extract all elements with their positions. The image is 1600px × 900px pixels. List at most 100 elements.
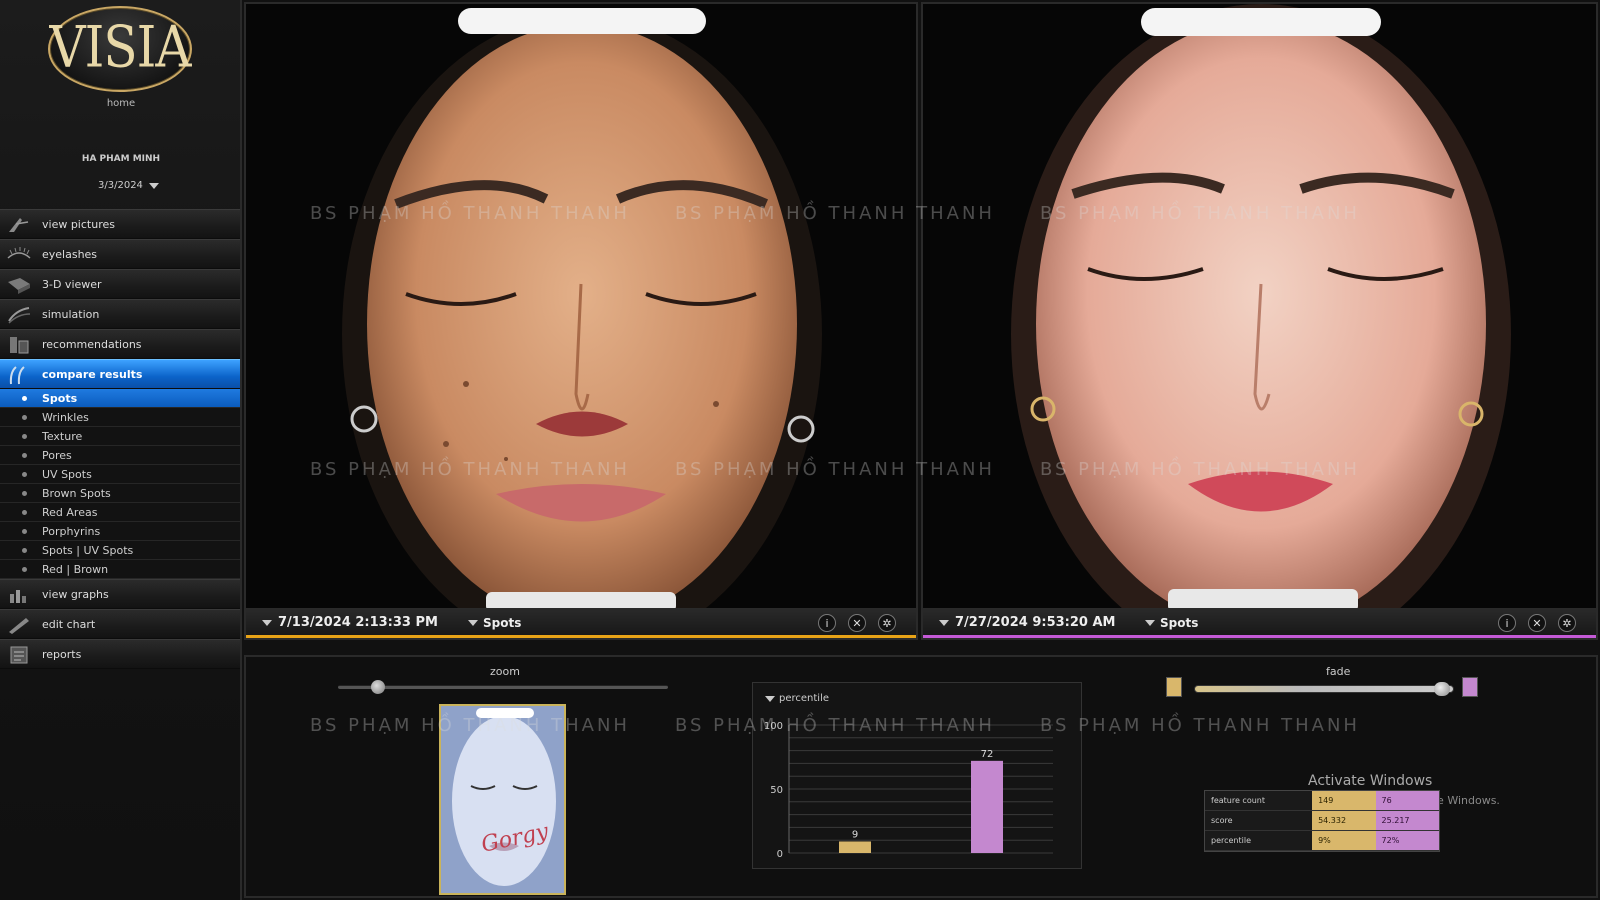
stat-label: feature count [1211,796,1265,805]
nav-item-view-pictures[interactable]: view pictures [0,209,240,239]
left-date-label: 7/13/2024 2:13:33 PM [278,615,438,630]
camera-icon [9,218,29,232]
nav-item-recommendations[interactable]: recommendations [0,329,240,359]
bottom-controls: zoom Gorgy percentile 0 50 100 9 72 fade [244,655,1598,898]
nav-item-eyelashes[interactable]: eyelashes [0,239,240,269]
chevron-down-icon [1145,620,1155,626]
left-layer-label: Spots [483,616,522,630]
patient-date-label: 3/3/2024 [98,180,143,191]
sub-item-brown-spots[interactable]: Brown Spots [0,484,240,503]
nav-item-reports[interactable]: reports [0,639,240,669]
sub-item-uv-spots[interactable]: UV Spots [0,465,240,484]
stat-label: score [1211,816,1233,825]
percentile-graph: percentile 0 50 100 9 72 [752,682,1082,869]
close-icon[interactable]: ✕ [1528,614,1546,632]
edit-chart-icon [9,618,29,634]
right-fade-swatch[interactable] [1462,677,1478,697]
sub-item-label: Red Areas [42,505,98,519]
stat-value-right: 72% [1375,831,1439,850]
home-link[interactable]: home [0,98,242,109]
nav-item-simulation[interactable]: simulation [0,299,240,329]
navigator-thumbnail[interactable]: Gorgy [439,704,566,895]
chevron-down-icon [939,619,949,626]
thumbnail-face-image [441,706,564,893]
right-panel-toolbar: 7/27/2024 9:53:20 AM Spots i ✕ ✲ [923,608,1596,638]
nav-item-edit-chart[interactable]: edit chart [0,609,240,639]
3d-viewer-icon [8,278,30,294]
nav-item-3d-viewer[interactable]: 3-D viewer [0,269,240,299]
fade-label: fade [1326,665,1351,678]
settings-icon[interactable]: ✲ [1558,614,1576,632]
zoom-slider[interactable] [338,680,668,694]
reports-icon [10,646,28,664]
nav-label: view pictures [42,217,115,231]
left-layer-select[interactable]: Spots [468,616,521,630]
eyelash-icon [7,247,31,259]
sub-item-label: Texture [42,429,83,443]
sub-item-texture[interactable]: Texture [0,427,240,446]
info-icon[interactable]: i [818,614,836,632]
percentile-bar [839,841,871,853]
sub-item-label: Wrinkles [42,410,89,424]
chevron-down-icon [468,620,478,626]
left-toolbar-icons: i ✕ ✲ [818,614,896,632]
sub-item-spots[interactable]: Spots [0,389,240,408]
visia-app: VISIA home HA PHAM MINH 3/3/2024 view pi… [0,0,1600,900]
bullet-icon [22,415,27,420]
simulation-icon [8,307,31,324]
bullet-icon [22,472,27,477]
left-panel-toolbar: 7/13/2024 2:13:33 PM Spots i ✕ ✲ [246,608,916,638]
sub-item-porphyrins[interactable]: Porphyrins [0,522,240,541]
left-fade-swatch[interactable] [1166,677,1182,697]
left-face-photo[interactable] [246,4,918,612]
sidebar-nav: view pictures eyelashes 3-D viewer simul… [0,209,240,669]
sub-item-label: Spots [42,391,78,405]
sub-item-spots-uv-spots[interactable]: Spots | UV Spots [0,541,240,560]
bullet-icon [22,434,27,439]
right-accent-line [923,635,1596,638]
fade-slider-thumb[interactable] [1434,682,1450,696]
stat-value-left: 149 [1312,791,1376,810]
right-date-label: 7/27/2024 9:53:20 AM [955,615,1116,630]
bullet-icon [22,548,27,553]
percentile-bar [971,760,1003,853]
nav-item-view-graphs[interactable]: view graphs [0,579,240,609]
sub-item-pores[interactable]: Pores [0,446,240,465]
right-layer-select[interactable]: Spots [1145,616,1198,630]
bullet-icon [22,567,27,572]
right-layer-label: Spots [1160,616,1199,630]
stats-table: feature count 149 76 score 54.332 25.217… [1204,790,1440,852]
table-row: percentile 9% 72% [1205,831,1439,851]
stat-value-left: 54.332 [1312,811,1376,830]
patient-date-select[interactable]: 3/3/2024 [98,180,159,191]
bullet-icon [22,491,27,496]
sub-item-red-brown[interactable]: Red | Brown [0,560,240,579]
nav-item-compare-results[interactable]: compare results [0,359,240,389]
left-accent-line [246,635,916,638]
table-row: score 54.332 25.217 [1205,811,1439,831]
right-date-select[interactable]: 7/27/2024 9:53:20 AM [939,615,1116,630]
visia-logo[interactable]: VISIA [48,6,192,94]
fade-slider[interactable] [1194,682,1454,696]
chevron-down-icon [262,619,272,626]
sub-item-wrinkles[interactable]: Wrinkles [0,408,240,427]
y-tick-label: 0 [777,849,783,860]
sub-item-label: UV Spots [42,467,92,481]
sub-item-label: Spots | UV Spots [42,543,134,557]
bar-value-label: 9 [852,829,858,840]
left-photo-panel: 7/13/2024 2:13:33 PM Spots i ✕ ✲ [244,2,918,640]
close-icon[interactable]: ✕ [848,614,866,632]
stat-value-right: 25.217 [1375,811,1439,830]
nav-label: eyelashes [42,247,98,261]
stat-label: percentile [1211,836,1252,845]
settings-icon[interactable]: ✲ [878,614,896,632]
zoom-slider-thumb[interactable] [370,680,385,694]
sub-item-red-areas[interactable]: Red Areas [0,503,240,522]
y-tick-label: 100 [764,721,783,732]
table-row: feature count 149 76 [1205,791,1439,811]
info-icon[interactable]: i [1498,614,1516,632]
left-date-select[interactable]: 7/13/2024 2:13:33 PM [262,615,438,630]
nav-label: edit chart [42,617,96,631]
recommendations-icon [10,337,29,354]
right-face-photo[interactable] [923,4,1598,612]
